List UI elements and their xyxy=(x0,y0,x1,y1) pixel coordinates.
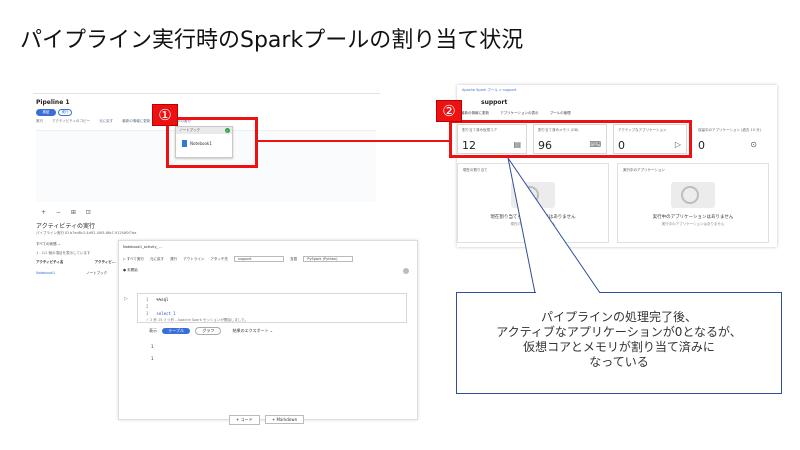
callout-pointer-mask xyxy=(536,292,599,294)
